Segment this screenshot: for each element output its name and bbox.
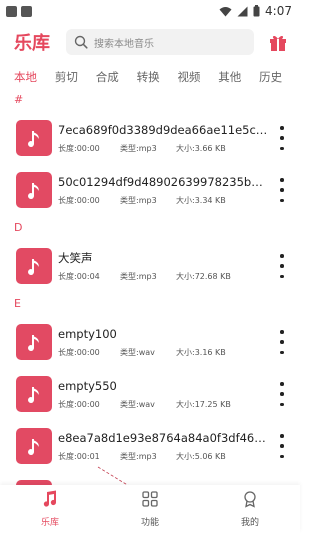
more-options-icon[interactable] [276, 330, 288, 354]
grid-icon [141, 490, 159, 512]
item-duration: 长度:00:00 [58, 196, 100, 205]
item-name: empty550 [58, 379, 117, 393]
music-note-icon [16, 324, 52, 360]
item-type: 类型:mp3 [120, 272, 157, 281]
item-info: e8ea7a8d1e93e8764a84a0f3df4644… 长度:00:01 类… [58, 430, 268, 462]
item-name: empty100 [58, 327, 117, 341]
item-info: empty100 长度:00:00 类型:wav 大小:3.16 KB [58, 326, 268, 358]
music-note-icon [16, 248, 52, 284]
item-type: 类型:wav [120, 400, 155, 409]
page-title: 乐库 [14, 33, 50, 54]
search-placeholder: 搜索本地音乐 [94, 38, 154, 50]
search-icon [74, 35, 88, 49]
item-size: 大小:3.66 KB [176, 144, 226, 153]
status-bar: 4:07 [0, 0, 300, 22]
item-duration: 长度:00:00 [58, 348, 100, 357]
item-info: 50c01294df9d48902639978235bcb5… 长度:00:00 类… [58, 174, 268, 206]
more-options-icon[interactable] [276, 382, 288, 406]
item-name: e8ea7a8d1e93e8764a84a0f3df4644… [58, 431, 268, 445]
item-type: 类型:wav [120, 348, 155, 357]
status-time: 4:07 [265, 4, 292, 18]
section-header: E [14, 297, 21, 310]
item-type: 类型:mp3 [120, 452, 157, 461]
nav-label: 我的 [240, 518, 259, 528]
status-notifications [6, 5, 32, 17]
tab-4[interactable]: 视频 [177, 69, 218, 85]
music-note-icon [16, 428, 52, 464]
item-type: 类型:mp3 [120, 144, 157, 153]
item-duration: 长度:00:00 [58, 144, 100, 153]
gift-icon[interactable] [268, 32, 288, 52]
tab-3[interactable]: 转换 [137, 69, 178, 85]
nav-item-2[interactable]: 我的 [200, 485, 300, 533]
item-duration: 长度:00:04 [58, 272, 100, 281]
music-note-icon [16, 172, 52, 208]
item-size: 大小:72.68 KB [176, 272, 231, 281]
item-name: 7eca689f0d3389d9dea66ae11e5cfd7 [58, 123, 268, 137]
item-meta: 长度:00:00 类型:wav 大小:3.16 KB [58, 347, 268, 358]
item-duration: 长度:00:01 [58, 452, 100, 461]
signal-icon [237, 6, 248, 16]
item-info: 大笑声长度:00:04 类型:mp3 大小:72.68 KB [58, 250, 268, 282]
item-meta: 长度:00:04 类型:mp3 大小:72.68 KB [58, 271, 268, 282]
section-header: D [14, 221, 23, 234]
nav-label: 功能 [140, 518, 159, 528]
profile-icon [241, 490, 259, 512]
item-duration: 长度:00:00 [58, 400, 100, 409]
status-indicators: 4:07 [219, 4, 292, 18]
more-options-icon[interactable] [276, 434, 288, 458]
more-options-icon[interactable] [276, 178, 288, 202]
tab-0[interactable]: 本地 [14, 69, 55, 85]
tab-6[interactable]: 历史 [259, 69, 300, 85]
item-meta: 长度:00:00 类型:wav 大小:17.25 KB [58, 399, 268, 410]
item-name: 50c01294df9d48902639978235bcb5… [58, 175, 268, 189]
battery-icon [253, 5, 260, 17]
list-item[interactable]: 7eca689f0d3389d9dea66ae11e5cfd7 长度:00:00 类… [0, 112, 300, 164]
nav-item-1[interactable]: 功能 [100, 485, 200, 533]
item-name: 大笑声 [58, 251, 93, 265]
nav-item-0[interactable]: 乐库 [0, 485, 100, 533]
tab-1[interactable]: 剪切 [55, 69, 96, 85]
item-size: 大小:17.25 KB [176, 400, 231, 409]
section-header: # [14, 93, 24, 106]
more-options-icon[interactable] [276, 254, 288, 278]
item-meta: 长度:00:00 类型:mp3 大小:3.66 KB [58, 143, 268, 154]
item-size: 大小:3.34 KB [176, 196, 226, 205]
list-item[interactable]: 50c01294df9d48902639978235bcb5… 长度:00:00 类… [0, 164, 300, 216]
tab-2[interactable]: 合成 [96, 69, 137, 85]
more-options-icon[interactable] [276, 126, 288, 150]
list-item[interactable]: empty100 长度:00:00 类型:wav 大小:3.16 KB [0, 316, 300, 368]
bottom-nav: 乐库 功能 我的 [0, 485, 300, 533]
list-item[interactable]: e8ea7a8d1e93e8764a84a0f3df4644… 长度:00:01 类… [0, 420, 300, 472]
list-item[interactable]: 大笑声长度:00:04 类型:mp3 大小:72.68 KB [0, 240, 300, 292]
music-list: #7eca689f0d3389d9dea66ae11e5cfd7 长度:00:00… [0, 88, 300, 524]
item-type: 类型:mp3 [120, 196, 157, 205]
item-meta: 长度:00:01 类型:mp3 大小:5.06 KB [58, 451, 268, 462]
item-info: 7eca689f0d3389d9dea66ae11e5cfd7 长度:00:00 类… [58, 122, 268, 154]
music-note-icon [41, 490, 59, 512]
search-input[interactable]: 搜索本地音乐 [66, 29, 254, 55]
item-meta: 长度:00:00 类型:mp3 大小:3.34 KB [58, 195, 268, 206]
item-size: 大小:3.16 KB [176, 348, 226, 357]
item-size: 大小:5.06 KB [176, 452, 226, 461]
notification-icon [6, 5, 17, 17]
notification-icon [21, 5, 32, 17]
music-note-icon [16, 376, 52, 412]
nav-label: 乐库 [40, 518, 59, 528]
item-info: empty550 长度:00:00 类型:wav 大小:17.25 KB [58, 378, 268, 410]
category-tabs: 本地 剪切 合成 转换 视频 其他 历史 [0, 64, 300, 90]
top-bar: 乐库 搜索本地音乐 [0, 24, 300, 60]
tab-5[interactable]: 其他 [218, 69, 259, 85]
music-note-icon [16, 120, 52, 156]
list-item[interactable]: empty550 长度:00:00 类型:wav 大小:17.25 KB [0, 368, 300, 420]
wifi-icon [219, 6, 232, 16]
